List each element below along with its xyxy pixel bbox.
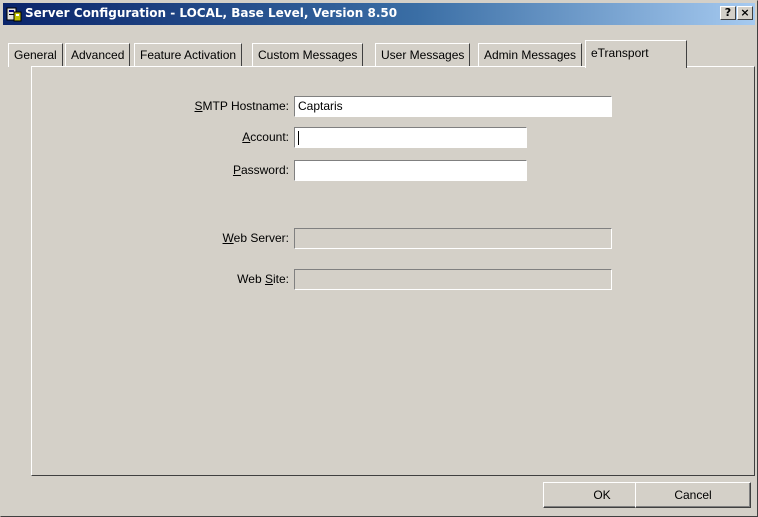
smtp-hostname-label: SMTP Hostname:	[119, 99, 290, 113]
tab-admin-messages[interactable]: Admin Messages	[478, 43, 583, 67]
smtp-hostname-input[interactable]: Captaris	[294, 96, 612, 117]
tab-custom-messages[interactable]: Custom Messages	[252, 43, 364, 67]
tab-feature-activation[interactable]: Feature Activation	[134, 43, 243, 67]
title-bar[interactable]: Server Configuration - LOCAL, Base Level…	[3, 3, 755, 25]
close-button[interactable]: ×	[737, 6, 753, 20]
tab-etransport[interactable]: eTransport	[585, 40, 687, 68]
help-button[interactable]: ?	[720, 6, 736, 20]
etransport-panel: SMTP Hostname: Captaris Account: Passwor…	[31, 66, 755, 476]
smtp-hostname-label-text: MTP Hostname:	[202, 99, 289, 113]
window-title: Server Configuration - LOCAL, Base Level…	[25, 6, 398, 20]
server-configuration-window: Server Configuration - LOCAL, Base Level…	[0, 0, 758, 517]
tab-general[interactable]: General	[8, 43, 63, 67]
password-label-text: assword:	[240, 163, 289, 177]
web-site-hotkey: S	[264, 272, 273, 286]
cancel-button[interactable]: Cancel	[635, 482, 751, 508]
web-site-label-text: ite:	[272, 272, 289, 286]
password-input[interactable]	[294, 160, 527, 181]
account-label: Account:	[119, 130, 289, 144]
web-site-label: Web Site:	[119, 272, 289, 286]
tab-advanced[interactable]: Advanced	[65, 43, 131, 67]
text-caret	[298, 130, 299, 145]
password-label: Password:	[119, 163, 289, 177]
web-server-label: Web Server:	[119, 231, 289, 245]
web-server-label-text: eb Server:	[233, 231, 289, 245]
server-config-icon	[6, 7, 22, 22]
web-site-label-pre: Web	[237, 272, 265, 286]
tab-user-messages[interactable]: User Messages	[375, 43, 471, 67]
web-site-input	[294, 269, 612, 290]
smtp-hostname-hotkey: S	[194, 99, 203, 113]
password-hotkey: P	[232, 163, 241, 177]
web-server-hotkey: W	[222, 231, 234, 245]
account-input[interactable]	[294, 127, 527, 148]
account-label-text: ccount:	[250, 130, 289, 144]
web-server-input	[294, 228, 612, 249]
